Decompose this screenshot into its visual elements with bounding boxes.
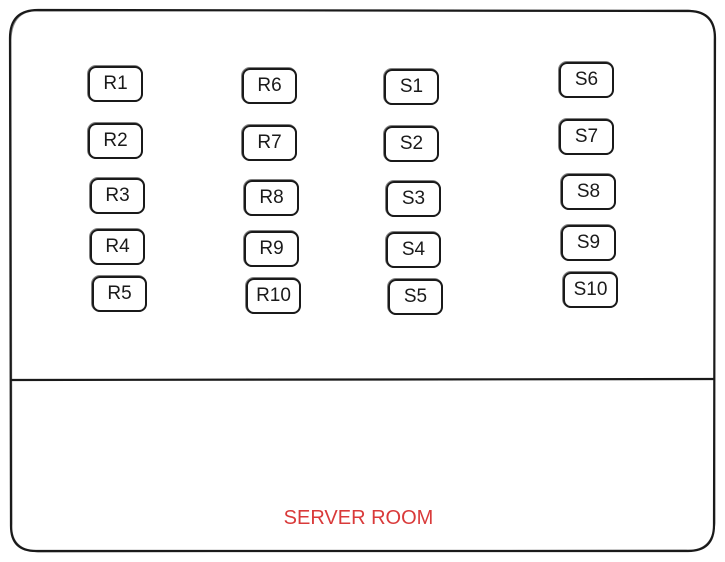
rack-s9: S9 [560,224,616,261]
rack-s1: S1 [383,68,439,105]
rack-s2: S2 [383,125,439,162]
rack-r8: R8 [243,179,299,216]
rack-s10: S10 [562,271,618,308]
rack-r5: R5 [91,275,147,312]
room-title: SERVER ROOM [283,507,434,529]
rack-s5: S5 [387,278,443,315]
rack-r10: R10 [245,277,301,314]
rack-s7: S7 [558,118,614,155]
rack-r1: R1 [87,65,143,102]
rack-s4: S4 [385,231,441,268]
rack-r6: R6 [241,67,297,104]
rack-s3: S3 [385,180,441,217]
rack-r3: R3 [89,177,145,214]
rack-s8: S8 [560,173,616,210]
rack-r9: R9 [243,230,299,267]
rack-r4: R4 [89,228,145,265]
room-divider [9,377,716,382]
rack-s6: S6 [558,61,614,98]
rack-r7: R7 [241,124,297,161]
rack-r2: R2 [87,122,143,159]
